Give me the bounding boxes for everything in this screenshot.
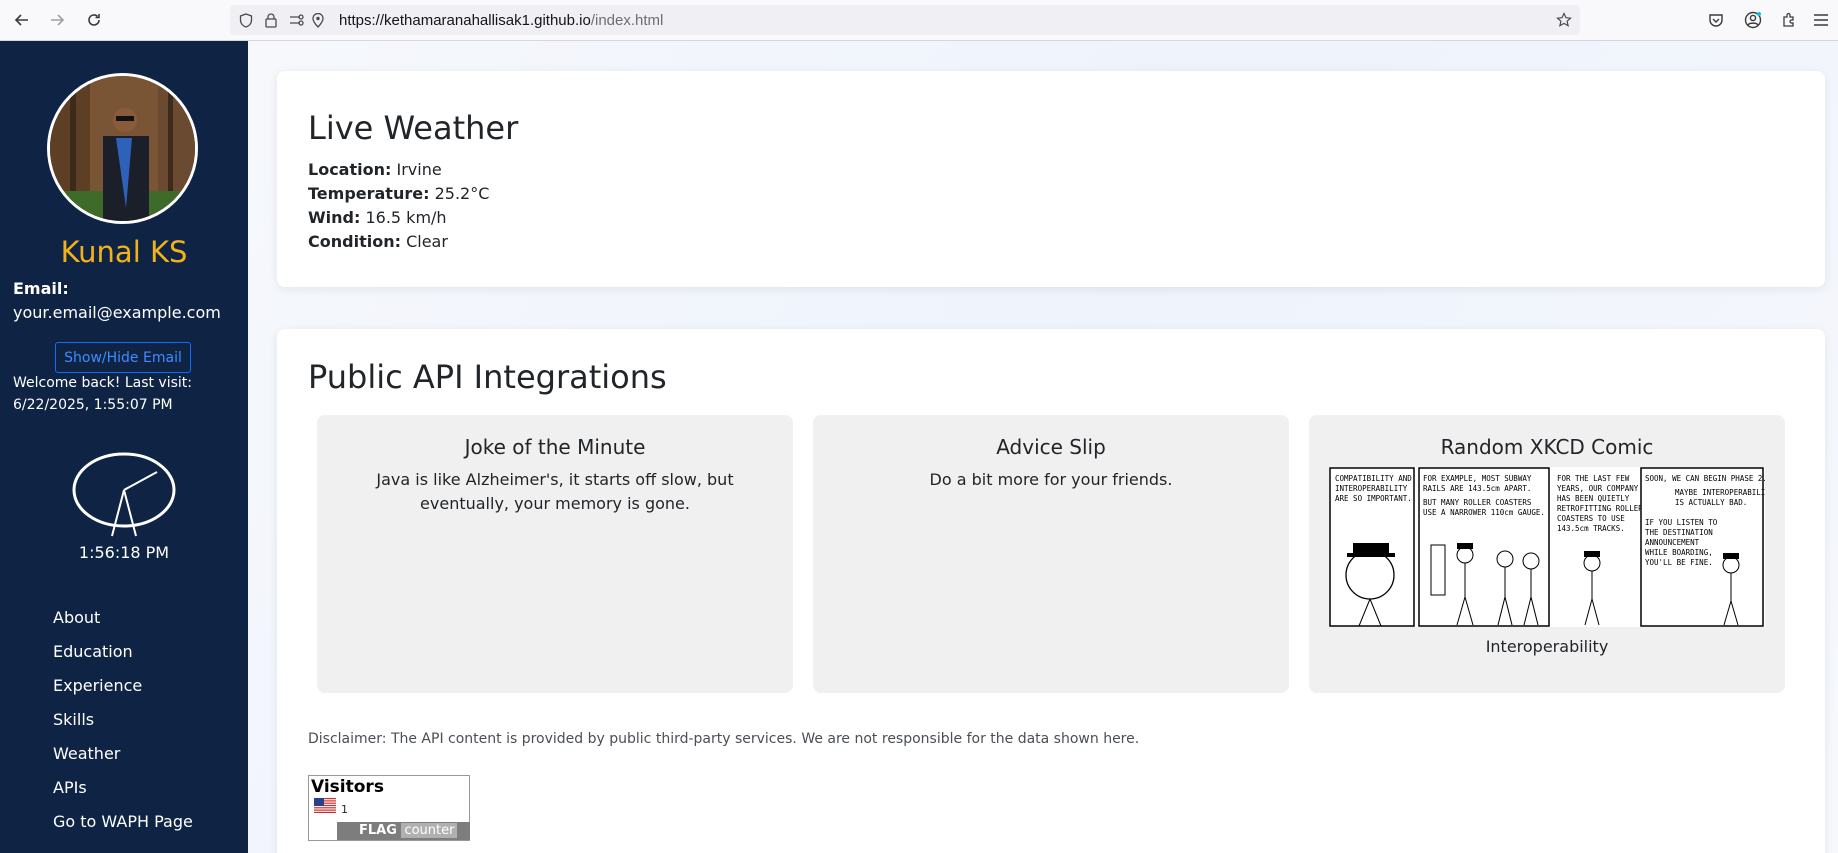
forward-button[interactable] (44, 8, 70, 32)
xkcd-panel-4-line-7: WHILE BOARDING, (1645, 548, 1713, 557)
weather-card: Live Weather Location: Irvine Temperatur… (277, 71, 1825, 287)
menu-icon[interactable] (1811, 10, 1831, 30)
current-time: 1:56:18 PM (78, 543, 170, 562)
shield-icon[interactable] (238, 12, 254, 28)
joke-box: Joke of the Minute Java is like Alzheime… (317, 415, 793, 693)
xkcd-panel-1-line-1: COMPATIBILITY AND (1335, 474, 1412, 483)
nav-item-skills[interactable]: Skills (53, 703, 193, 737)
xkcd-panel-3-line-1: FOR THE LAST FEW (1557, 474, 1630, 483)
address-bar[interactable]: https://kethamaranahallisak1.github.io/i… (230, 5, 1580, 35)
nav-item-apis[interactable]: APIs (53, 771, 193, 805)
xkcd-panel-3-line-3: HAS BEEN QUIETLY (1557, 494, 1630, 503)
xkcd-panel-4-line-8: YOU'LL BE FINE. (1645, 558, 1713, 567)
xkcd-panel-4-line-2: MAYBE INTEROPERABILITY (1675, 488, 1765, 497)
url-text[interactable]: https://kethamaranahallisak1.github.io/i… (339, 12, 663, 29)
joke-title: Joke of the Minute (464, 435, 646, 459)
profile-name: Kunal KS (60, 235, 188, 269)
weather-condition: Condition: Clear (308, 232, 448, 251)
xkcd-panel-3-line-4: RETROFITTING ROLLER (1557, 504, 1643, 513)
back-arrow-icon (14, 14, 28, 26)
visitors-count: 1 (341, 803, 348, 816)
location-icon[interactable] (310, 12, 326, 28)
avatar (47, 73, 198, 224)
account-icon[interactable] (1743, 10, 1763, 30)
reload-icon (88, 14, 100, 26)
xkcd-panel-4-line-3: IS ACTUALLY BAD. (1675, 498, 1747, 507)
temperature-value: 25.2°C (434, 184, 490, 203)
browser-toolbar: https://kethamaranahallisak1.github.io/i… (0, 0, 1838, 41)
xkcd-panel-2-line-4: USE A NARROWER 110cm GAUGE. (1423, 508, 1545, 517)
sidebar-nav: About Education Experience Skills Weathe… (53, 601, 193, 839)
xkcd-comic-image[interactable]: COMPATIBILITY AND INTEROPERABILITY ARE S… (1329, 467, 1765, 627)
xkcd-panel-4-line-5: THE DESTINATION (1645, 528, 1713, 537)
advice-box: Advice Slip Do a bit more for your frien… (813, 415, 1289, 693)
xkcd-panel-2-line-2: RAILS ARE 143.5cm APART. (1423, 484, 1531, 493)
condition-value: Clear (406, 232, 448, 251)
wind-label: Wind: (308, 208, 361, 227)
nav-item-waph[interactable]: Go to WAPH Page (53, 805, 193, 839)
xkcd-panel-1-line-2: INTEROPERABILITY (1335, 484, 1408, 493)
advice-title: Advice Slip (996, 435, 1106, 459)
api-card: Public API Integrations Joke of the Minu… (277, 329, 1825, 853)
xkcd-title: Random XKCD Comic (1440, 435, 1654, 459)
api-disclaimer: Disclaimer: The API content is provided … (308, 731, 1140, 747)
xkcd-panel-3-line-5: COASTERS TO USE (1557, 514, 1625, 523)
flag-counter-badge: FLAG counter (337, 822, 470, 840)
permissions-icon[interactable] (289, 12, 305, 28)
url-host: https://kethamaranahallisak1.github.io (339, 12, 591, 29)
xkcd-box: Random XKCD Comic COMPATIBILITY AND INTE… (1309, 415, 1785, 693)
email-label: Email: (13, 279, 69, 298)
wind-value: 16.5 km/h (365, 208, 447, 227)
pocket-icon[interactable] (1706, 10, 1726, 30)
nav-item-weather[interactable]: Weather (53, 737, 193, 771)
forward-arrow-icon (51, 14, 65, 26)
joke-text: Java is like Alzheimer's, it starts off … (376, 470, 734, 513)
location-value: Irvine (396, 160, 442, 179)
extensions-icon[interactable] (1779, 10, 1799, 30)
bookmark-star-icon[interactable] (1556, 12, 1572, 28)
xkcd-panel-1-line-3: ARE SO IMPORTANT. (1335, 494, 1412, 503)
xkcd-panel-3-line-6: 143.5cm TRACKS. (1557, 524, 1625, 533)
welcome-message: Welcome back! Last visit: 6/22/2025, 1:5… (13, 375, 192, 413)
weather-temperature: Temperature: 25.2°C (308, 184, 489, 203)
reload-button[interactable] (81, 8, 107, 32)
location-label: Location: (308, 160, 392, 179)
xkcd-panel-2-line-3: BUT MANY ROLLER COASTERS (1423, 498, 1532, 507)
sidebar: Kunal KS Email: your.email@example.com S… (0, 41, 248, 853)
nav-item-experience[interactable]: Experience (53, 669, 193, 703)
flag-counter-word-a: FLAG (359, 823, 397, 838)
lock-icon[interactable] (263, 12, 279, 28)
show-hide-email-button[interactable]: Show/Hide Email (55, 342, 191, 373)
us-flag-icon (314, 798, 336, 813)
advice-text: Do a bit more for your friends. (929, 470, 1173, 489)
xkcd-panel-3-line-2: YEARS, OUR COMPANY (1557, 484, 1639, 493)
email-value: your.email@example.com (13, 303, 221, 322)
condition-label: Condition: (308, 232, 401, 251)
nav-item-about[interactable]: About (53, 601, 193, 635)
analog-clock (72, 452, 176, 537)
visitor-counter[interactable]: Visitors 1 FLAG counter (308, 775, 470, 841)
weather-location: Location: Irvine (308, 160, 442, 179)
xkcd-panel-4-line-6: ANNOUNCEMENT (1645, 538, 1700, 547)
main-content: Live Weather Location: Irvine Temperatur… (248, 41, 1838, 853)
back-button[interactable] (9, 8, 35, 32)
weather-title: Live Weather (308, 109, 519, 147)
weather-wind: Wind: 16.5 km/h (308, 208, 447, 227)
nav-item-education[interactable]: Education (53, 635, 193, 669)
xkcd-panel-4-line-1: SOON, WE CAN BEGIN PHASE 2. (1645, 474, 1765, 483)
xkcd-panel-4-line-4: IF YOU LISTEN TO (1645, 518, 1718, 527)
temperature-label: Temperature: (308, 184, 430, 203)
xkcd-panel-2-line-1: FOR EXAMPLE, MOST SUBWAY (1423, 474, 1532, 483)
url-path: /index.html (590, 12, 664, 29)
api-title: Public API Integrations (308, 358, 667, 396)
xkcd-caption: Interoperability (1485, 637, 1609, 656)
flag-counter-word-b: counter (401, 823, 458, 838)
visitors-title: Visitors (311, 777, 384, 797)
